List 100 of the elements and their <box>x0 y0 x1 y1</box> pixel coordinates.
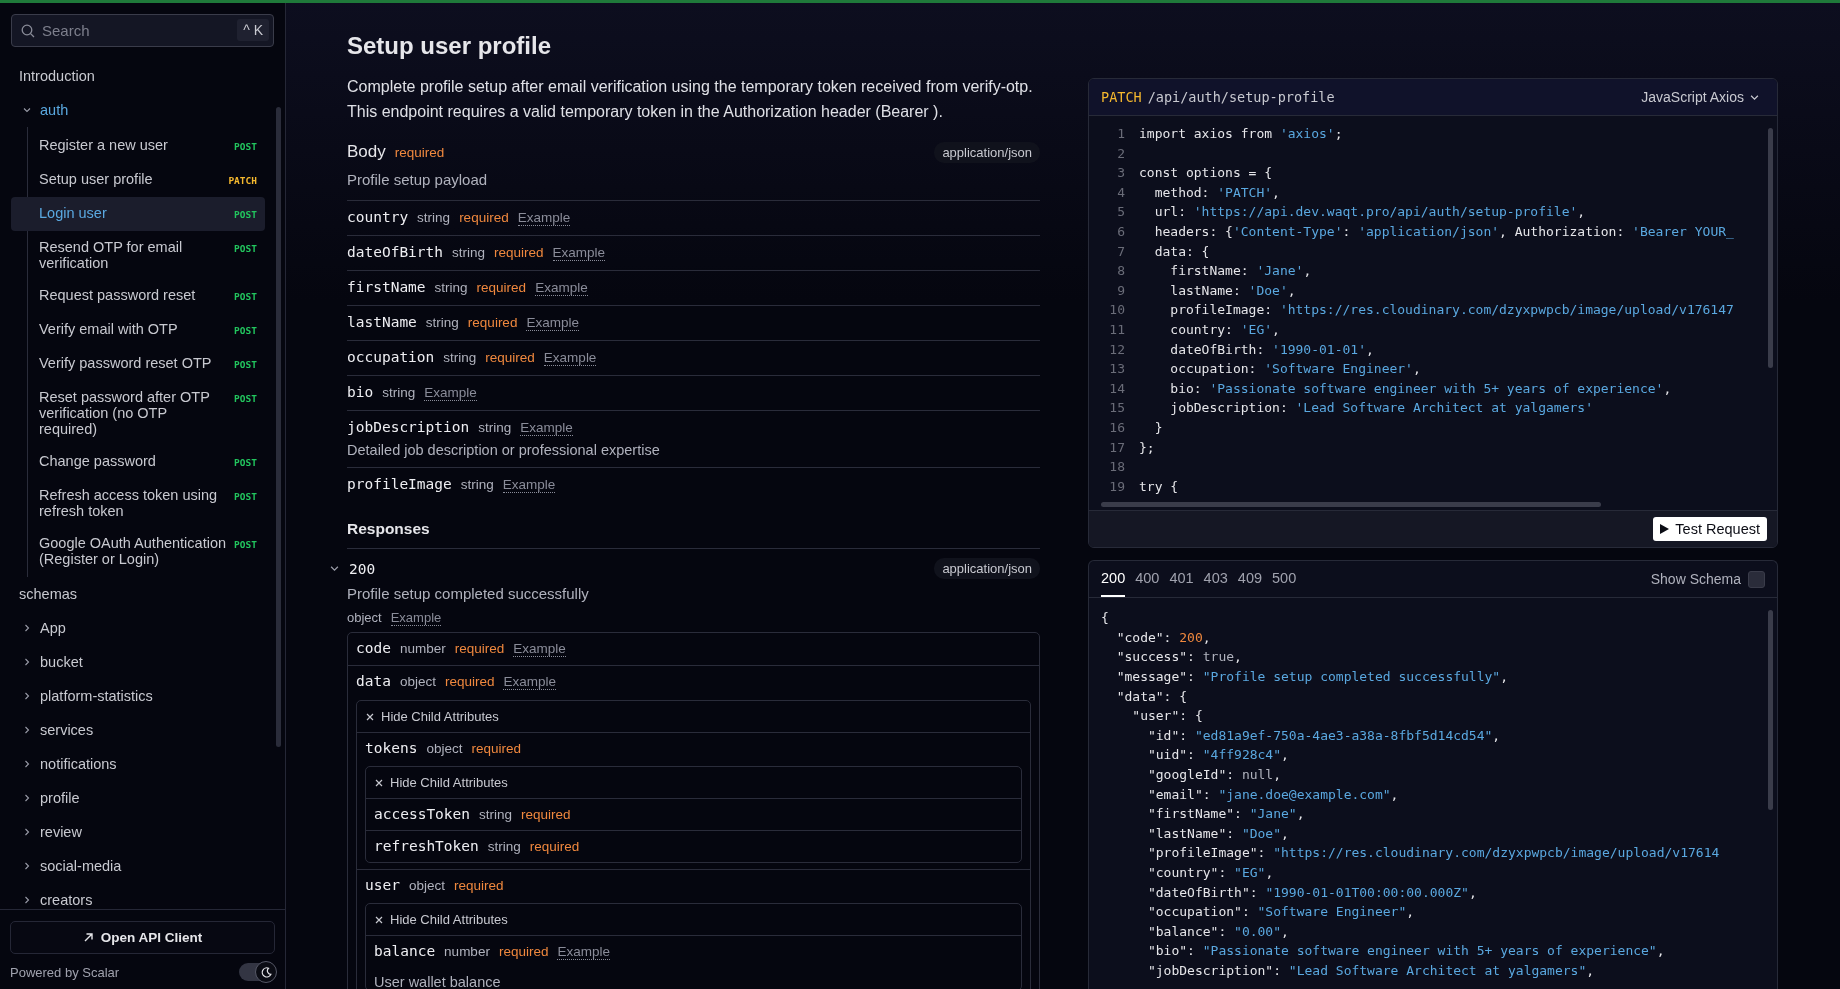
code-line: "dateOfBirth": "1990-01-01T00:00:00.000Z", <box>1146 883 1477 902</box>
line-number: 11 <box>1108 320 1125 339</box>
example-link[interactable]: Example <box>552 245 606 261</box>
hide-child-attributes-button[interactable]: Hide Child Attributes <box>366 904 1021 936</box>
endpoint-item[interactable]: Verify email with OTP POST <box>11 313 265 347</box>
theme-toggle[interactable] <box>239 963 275 981</box>
scrollbar-thumb[interactable] <box>1768 128 1773 368</box>
code-line: "email": "jane.doe@example.com", <box>1146 785 1399 804</box>
field-type: string <box>452 245 486 260</box>
example-link[interactable]: Example <box>517 210 571 226</box>
required-label: required <box>467 315 518 330</box>
chevron-icon <box>23 794 31 802</box>
endpoint-label: Register a new user <box>39 137 168 153</box>
endpoint-item[interactable]: Change password POST <box>11 445 265 479</box>
required-label: required <box>529 839 580 854</box>
sidebar-group[interactable]: auth <box>11 93 265 127</box>
field-type: object <box>426 741 463 756</box>
example-link[interactable]: Example <box>526 315 579 331</box>
required-label: required <box>453 878 504 893</box>
code-line: "message": "Profile setup completed successfully", <box>1115 668 1508 687</box>
field-name: jobDescription <box>347 419 470 435</box>
http-method-label: POST <box>234 324 257 338</box>
field-name: firstName <box>347 279 426 295</box>
body-description: Profile setup payload <box>347 171 489 188</box>
example-link[interactable]: Example <box>543 350 597 366</box>
status-tab[interactable]: 401 <box>1169 561 1194 598</box>
sidebar-group[interactable]: platform-statistics <box>11 679 265 713</box>
field-type: string <box>443 350 477 365</box>
field-type: object <box>347 610 382 626</box>
hide-child-attributes-button[interactable]: Hide Child Attributes <box>357 701 1030 733</box>
example-link[interactable]: Example <box>520 420 573 436</box>
endpoint-label: Resend OTP for email verification <box>39 239 184 271</box>
example-link[interactable]: Example <box>390 610 442 626</box>
status-tab[interactable]: 500 <box>1272 561 1297 598</box>
chevron-icon[interactable] <box>330 564 339 573</box>
example-link[interactable]: Example <box>502 477 556 493</box>
sidebar-group[interactable]: profile <box>11 781 265 815</box>
required-label: required <box>498 944 549 959</box>
endpoint-item[interactable]: Refresh access token using refresh token POST <box>11 479 265 527</box>
open-api-client-button[interactable]: Open API Client <box>10 921 275 954</box>
shortcut-hint: ^ K <box>237 19 269 41</box>
code-line: try { <box>1139 477 1179 496</box>
sidebar-group[interactable]: social-media <box>11 849 265 883</box>
field-name: lastName <box>347 314 417 330</box>
field-type: string <box>425 315 459 330</box>
sidebar-group[interactable]: App <box>11 611 265 645</box>
status-tab[interactable]: 403 <box>1203 561 1228 598</box>
sidebar-group[interactable]: creators <box>11 883 265 909</box>
sidebar-group[interactable]: services <box>11 713 265 747</box>
field-name: data <box>356 673 391 689</box>
code-line: "data": { <box>1115 687 1188 706</box>
line-number: 6 <box>1116 222 1125 241</box>
endpoint-item[interactable]: Login user POST <box>11 197 265 231</box>
status-tab[interactable]: 409 <box>1237 561 1262 598</box>
code-line: firstName: 'Jane', <box>1169 262 1312 281</box>
example-link[interactable]: Example <box>535 280 588 296</box>
endpoint-item[interactable]: Resend OTP for email verification POST <box>11 231 265 279</box>
code-line: "code": 200, <box>1115 628 1211 647</box>
line-number: 1 <box>1116 125 1125 143</box>
test-request-button[interactable]: Test Request <box>1653 517 1767 542</box>
endpoint-item[interactable]: Request password reset POST <box>11 279 265 313</box>
sidebar-group[interactable]: bucket <box>11 645 265 679</box>
example-link[interactable]: Example <box>424 385 477 401</box>
chevron-icon <box>23 896 31 904</box>
sidebar-item[interactable]: schemas <box>11 577 265 611</box>
body-heading: Body <box>347 142 386 162</box>
example-link[interactable]: Example <box>557 944 610 960</box>
endpoint-item[interactable]: Verify password reset OTP POST <box>11 347 265 381</box>
line-number: 16 <box>1108 418 1125 437</box>
endpoint-label: Refresh access token using refresh token <box>39 487 219 519</box>
endpoint-item[interactable]: Google OAuth Authentication (Register or Login) POST <box>11 527 265 575</box>
status-tab[interactable]: 200 <box>1101 561 1126 598</box>
page-title: Setup user profile <box>347 32 553 60</box>
example-link[interactable]: Example <box>503 674 556 690</box>
sidebar-item[interactable]: Introduction <box>11 59 265 93</box>
code-line: country: 'EG', <box>1169 320 1280 339</box>
required-label: required <box>454 641 505 656</box>
line-number: 15 <box>1108 399 1125 418</box>
sidebar-group[interactable]: review <box>11 815 265 849</box>
code-line: "bio": "Passionate software engineer with 5+ years of experience", <box>1146 942 1665 961</box>
scrollbar-thumb[interactable] <box>276 107 281 747</box>
code-line: const options = { <box>1139 164 1273 183</box>
chevron-icon <box>23 760 31 768</box>
endpoint-item[interactable]: Register a new user POST <box>11 129 265 163</box>
field-name: dateOfBirth <box>347 244 444 260</box>
show-schema-checkbox[interactable] <box>1748 570 1765 588</box>
endpoint-label: Reset password after OTP verification (no OTP required) <box>39 389 211 437</box>
scrollbar-thumb[interactable] <box>1101 502 1601 508</box>
scrollbar-thumb[interactable] <box>1768 610 1773 811</box>
endpoint-item[interactable]: Setup user profile PATCH <box>11 163 265 197</box>
sidebar-group[interactable]: notifications <box>11 747 265 781</box>
line-number: 9 <box>1116 281 1125 300</box>
line-number: 17 <box>1108 438 1125 457</box>
language-selector[interactable]: JavaScript Axios <box>1635 88 1765 106</box>
example-link[interactable]: Example <box>513 641 566 657</box>
hide-child-attributes-button[interactable]: Hide Child Attributes <box>366 767 1021 799</box>
endpoint-item[interactable]: Reset password after OTP verification (no OTP required) POST <box>11 381 265 445</box>
arrow-icon <box>82 932 94 943</box>
status-tab[interactable]: 400 <box>1135 561 1160 598</box>
http-method-label: POST <box>234 490 257 504</box>
